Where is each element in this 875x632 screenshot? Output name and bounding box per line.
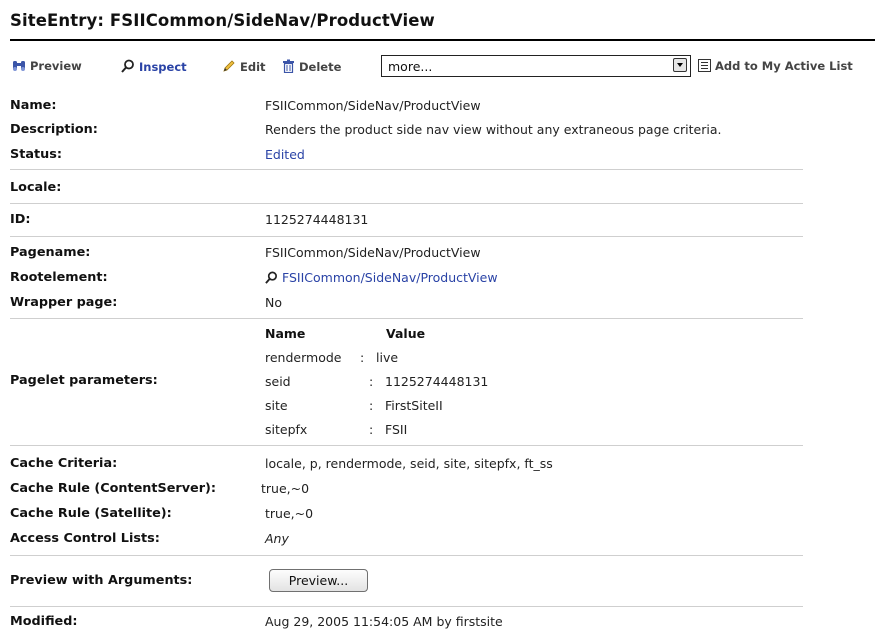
rootelement-label: Rootelement: <box>10 270 108 285</box>
pencil-icon <box>222 59 236 76</box>
locale-label: Locale: <box>10 180 62 195</box>
pagename-value: FSIICommon/SideNav/ProductView <box>265 245 481 260</box>
params-header-name: Name <box>265 326 306 341</box>
preview-button[interactable]: Preview <box>12 59 82 75</box>
param-sep: : <box>369 374 374 389</box>
preview-button-label: Preview <box>30 59 82 73</box>
params-header-value: Value <box>386 326 426 341</box>
acl-label: Access Control Lists: <box>10 531 160 546</box>
description-value: Renders the product side nav view withou… <box>265 122 722 137</box>
divider <box>10 606 803 607</box>
title-underline <box>10 39 875 41</box>
param-value: FSII <box>385 422 408 437</box>
magnifier-icon <box>265 271 278 287</box>
more-actions-value: more... <box>388 59 433 74</box>
acl-value: Any <box>265 531 289 546</box>
modified-label: Modified: <box>10 614 78 629</box>
param-name: sitepfx <box>265 422 308 437</box>
param-name: site <box>265 398 288 413</box>
cache-rule-sat-value: true,~0 <box>265 506 314 521</box>
divider <box>10 203 803 204</box>
toolbar: Preview Inspect Edit Delete more... Add … <box>10 55 875 79</box>
param-sep: : <box>369 422 374 437</box>
cache-criteria-value: locale, p, rendermode, seid, site, sitep… <box>265 456 553 471</box>
divider <box>10 318 803 319</box>
inspect-button[interactable]: Inspect <box>121 59 187 76</box>
param-name: rendermode <box>265 350 342 365</box>
divider <box>10 236 803 237</box>
cache-criteria-label: Cache Criteria: <box>10 456 118 471</box>
wrapper-value: No <box>265 295 282 310</box>
cache-rule-cs-value: true,~0 <box>261 481 310 496</box>
param-value: FirstSiteII <box>385 398 443 413</box>
param-sep: : <box>369 398 374 413</box>
param-name: seid <box>265 374 291 389</box>
binoculars-icon <box>12 60 26 75</box>
chevron-down-icon[interactable] <box>673 58 687 72</box>
name-value: FSIICommon/SideNav/ProductView <box>265 98 481 113</box>
pagelet-parameters-label: Pagelet parameters: <box>10 373 158 388</box>
rootelement-link[interactable]: FSIICommon/SideNav/ProductView <box>265 270 498 287</box>
divider <box>10 555 803 556</box>
rootelement-value[interactable]: FSIICommon/SideNav/ProductView <box>282 270 498 285</box>
edit-button[interactable]: Edit <box>222 59 266 76</box>
param-value: 1125274448131 <box>385 374 489 389</box>
trash-icon <box>282 59 295 76</box>
inspect-button-label: Inspect <box>139 60 187 74</box>
modified-value: Aug 29, 2005 11:54:05 AM by firstsite <box>265 614 503 629</box>
pagename-label: Pagename: <box>10 245 91 260</box>
param-value: live <box>376 350 399 365</box>
delete-button[interactable]: Delete <box>282 59 341 76</box>
divider <box>10 445 803 446</box>
status-link[interactable]: Edited <box>265 147 305 162</box>
cache-rule-cs-label: Cache Rule (ContentServer): <box>10 481 217 496</box>
add-to-active-list-label: Add to My Active List <box>715 59 853 73</box>
add-to-active-list-button[interactable]: Add to My Active List <box>698 59 853 75</box>
name-label: Name: <box>10 98 57 113</box>
wrapper-label: Wrapper page: <box>10 295 118 310</box>
delete-button-label: Delete <box>299 60 342 74</box>
description-label: Description: <box>10 122 98 137</box>
list-icon <box>698 59 711 75</box>
preview-with-arguments-button[interactable]: Preview... <box>269 569 368 592</box>
id-label: ID: <box>10 212 31 227</box>
cache-rule-sat-label: Cache Rule (Satellite): <box>10 506 172 521</box>
edit-button-label: Edit <box>240 60 266 74</box>
magnifier-icon <box>121 59 135 76</box>
preview-args-label: Preview with Arguments: <box>10 573 193 588</box>
divider <box>10 169 803 170</box>
id-value: 1125274448131 <box>265 212 369 227</box>
page-title: SiteEntry: FSIICommon/SideNav/ProductVie… <box>10 11 435 30</box>
more-actions-select[interactable]: more... <box>381 55 691 77</box>
status-label: Status: <box>10 147 62 162</box>
param-sep: : <box>360 350 365 365</box>
